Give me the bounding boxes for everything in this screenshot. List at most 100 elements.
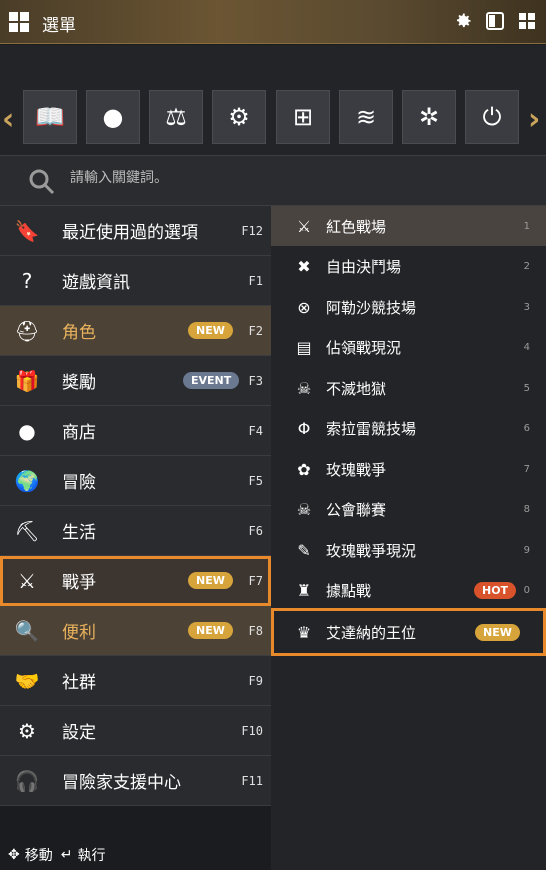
map-icon: ⊞ (292, 103, 314, 131)
menu-item-game-info[interactable]: ? 遊戲資訊 F1 (0, 256, 271, 306)
submenu-item-rose-war-status[interactable]: ✎ 玫瑰戰爭現況 9 (271, 530, 546, 570)
submenu-item-label: 自由決鬥場 (326, 257, 402, 276)
menu-item-label: 社群 (62, 673, 96, 693)
quick-item-settings[interactable]: ⚙ (212, 90, 266, 144)
menu-item-label: 冒險 (62, 473, 96, 493)
globe-icon: 🌍 (14, 468, 40, 493)
execute-label: 執行 (77, 848, 106, 864)
quick-item-map[interactable]: ⊞ (276, 90, 330, 144)
menu-item-community[interactable]: 🤝 社群 F9 (0, 656, 271, 706)
search-input[interactable] (70, 170, 510, 186)
book-icon: 📖 (35, 103, 65, 131)
shortcut-key: F2 (248, 323, 263, 338)
menu-grid-icon (9, 12, 29, 32)
submenu-item-throne-of-edana[interactable]: ♛ 艾達納的王位 NEW (271, 608, 546, 656)
shortcut-key: F11 (241, 773, 263, 788)
chevron-left-icon[interactable]: ‹ (2, 102, 14, 137)
shortcut-key: 7 (523, 463, 530, 475)
submenu-item-red-battlefield[interactable]: ⚔ 紅色戰場 1 (271, 206, 546, 246)
settings-button[interactable] (452, 10, 474, 32)
shortcut-key: F1 (248, 273, 263, 288)
submenu-item-rose-war[interactable]: ✿ 玫瑰戰爭 7 (271, 449, 546, 489)
menu-item-label: 設定 (62, 723, 96, 743)
submenu-item-undying-hell[interactable]: ☠ 不滅地獄 5 (271, 368, 546, 408)
submenu-item-label: 阿勒沙競技場 (326, 298, 417, 317)
menu-item-adventure[interactable]: 🌍 冒險 F5 (0, 456, 271, 506)
left-menu: 🔖 最近使用過的選項 F12 ? 遊戲資訊 F1 ⛑ 角色 NEW F2 🎁 獎… (0, 206, 271, 806)
shortcut-key: F12 (241, 223, 263, 238)
scale-icon: ⚖ (165, 103, 187, 131)
quick-item-coin[interactable]: ● (86, 90, 140, 144)
document-pen-icon: ✎ (297, 540, 311, 560)
coin-bag-icon: ● (18, 418, 36, 443)
hot-badge: HOT (474, 581, 517, 599)
shortcut-key: F8 (248, 623, 263, 638)
quick-item-hand[interactable]: ≋ (339, 90, 393, 144)
submenu-item-arsha-arena[interactable]: ⊗ 阿勒沙競技場 3 (271, 287, 546, 327)
submenu-item-node-war[interactable]: ♜ 據點戰 HOT 0 (271, 570, 546, 610)
menu-item-war[interactable]: ⚔ 戰爭 NEW F7 (0, 556, 271, 606)
grid-view-button[interactable] (516, 10, 538, 32)
menu-item-label: 角色 (62, 323, 96, 343)
grid-icon (519, 13, 535, 29)
submenu-war: ⚔ 紅色戰場 1 ✖ 自由決鬥場 2 ⊗ 阿勒沙競技場 3 ▤ 佔領戰現況 4 … (271, 206, 546, 870)
menu-item-settings[interactable]: ⚙ 設定 F10 (0, 706, 271, 756)
shortcut-key: 2 (523, 260, 530, 272)
quick-item-book[interactable]: 📖 (23, 90, 77, 144)
search-icon (29, 169, 55, 195)
submenu-item-label: 據點戰 (326, 581, 372, 600)
new-badge: NEW (188, 622, 233, 639)
menu-item-recent[interactable]: 🔖 最近使用過的選項 F12 (0, 206, 271, 256)
move-label: 移動 (24, 848, 53, 864)
menu-item-label: 遊戲資訊 (62, 273, 130, 293)
submenu-item-occupation-status[interactable]: ▤ 佔領戰現況 4 (271, 327, 546, 367)
quick-bar: ‹ 📖 ● ⚖ ⚙ ⊞ ≋ ✲ ⏻ › (0, 90, 546, 146)
submenu-item-label: 玫瑰戰爭 (326, 460, 387, 479)
chevron-right-icon[interactable]: › (528, 102, 540, 137)
gear-icon: ⚙ (18, 718, 36, 743)
quick-item-power[interactable]: ⏻ (465, 90, 519, 144)
submenu-item-free-duel[interactable]: ✖ 自由決鬥場 2 (271, 246, 546, 286)
shortcut-key: F7 (248, 573, 263, 588)
magnifier-icon: 🔍 (14, 618, 40, 643)
menu-item-life[interactable]: ⛏ 生活 F6 (0, 506, 271, 556)
arena-emblem-icon: ⊗ (297, 297, 311, 317)
window-mode-button[interactable] (484, 10, 506, 32)
menu-item-shop[interactable]: ● 商店 F4 (0, 406, 271, 456)
question-icon: ? (21, 268, 33, 293)
shortcut-key: F10 (241, 723, 263, 738)
menu-item-label: 戰爭 (62, 573, 96, 593)
shortcut-key: F5 (248, 473, 263, 488)
menu-item-label: 冒險家支援中心 (62, 773, 181, 793)
shortcut-key: 6 (523, 422, 530, 434)
submenu-item-solare-arena[interactable]: Φ 索拉雷競技場 6 (271, 408, 546, 448)
shortcut-key: 8 (523, 503, 530, 515)
menu-item-label: 最近使用過的選項 (62, 223, 198, 243)
menu-item-character[interactable]: ⛑ 角色 NEW F2 (0, 306, 271, 356)
title-bar: 選單 (0, 0, 546, 44)
quick-item-scale[interactable]: ⚖ (149, 90, 203, 144)
phi-icon: Φ (297, 418, 311, 438)
shortcut-key: F4 (248, 423, 263, 438)
move-hint: ✥ 移動 (8, 845, 53, 865)
new-badge: NEW (188, 322, 233, 339)
rose-icon: ✿ (297, 459, 311, 479)
demon-icon: ☠ (296, 378, 312, 398)
shortcut-key: F9 (248, 673, 263, 688)
menu-item-convenience[interactable]: 🔍 便利 NEW F8 (0, 606, 271, 656)
submenu-item-label: 索拉雷競技場 (326, 419, 417, 438)
arrow-keys-icon: ✥ (8, 847, 20, 863)
menu-item-label: 商店 (62, 423, 96, 443)
shortcut-key: 5 (523, 382, 530, 394)
quick-item-network[interactable]: ✲ (402, 90, 456, 144)
crossed-swords-icon: ✖ (297, 256, 311, 276)
throne-emblem-icon: ♛ (296, 622, 312, 642)
helmet-icon: ⛑ (14, 318, 40, 343)
key-hint-bar: ✥ 移動 ↵ 執行 (0, 840, 271, 870)
menu-item-label: 獎勵 (62, 373, 96, 393)
new-badge: NEW (475, 623, 520, 641)
menu-item-support[interactable]: 🎧 冒險家支援中心 F11 (0, 756, 271, 806)
submenu-item-guild-league[interactable]: ☠ 公會聯賽 8 (271, 489, 546, 529)
submenu-item-label: 玫瑰戰爭現況 (326, 541, 417, 560)
menu-item-reward[interactable]: 🎁 獎勵 EVENT F3 (0, 356, 271, 406)
